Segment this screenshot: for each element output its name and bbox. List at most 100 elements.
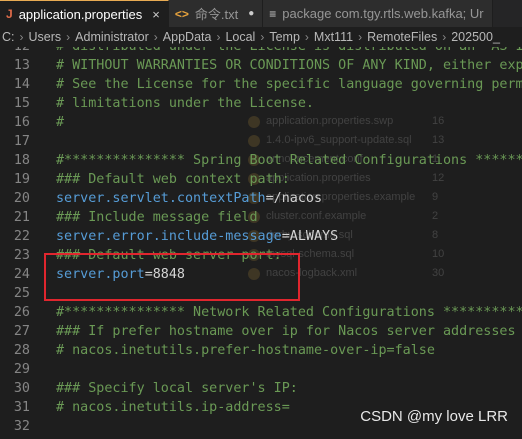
breadcrumb-item[interactable]: Users: [27, 30, 64, 44]
property-key: server.error.include-message: [56, 229, 282, 244]
code-line: 22 server.error.include-message=ALWAYS: [0, 227, 522, 246]
line-content: # WITHOUT WARRANTIES OR CONDITIONS OF AN…: [56, 56, 522, 75]
chevron-right-icon: ›: [216, 30, 221, 44]
chevron-right-icon: ›: [358, 30, 363, 44]
watermark: CSDN @my love LRR: [360, 408, 508, 425]
line-content: ### If prefer hostname over ip for Nacos…: [56, 322, 522, 341]
line-number: 19: [13, 172, 30, 187]
line-number: 29: [13, 362, 30, 377]
code-line: 28 # nacos.inetutils.prefer-hostname-over…: [0, 341, 522, 360]
line-content: ### Default web context path:: [56, 170, 290, 189]
line-content: # See the License for the specific langu…: [56, 75, 522, 94]
line-number: 31: [13, 400, 30, 415]
breadcrumb-item[interactable]: Local: [223, 30, 257, 44]
line-content: # limitations under the License.: [56, 94, 314, 113]
comment-text: #*************** Network Related Configu…: [56, 305, 522, 320]
chevron-right-icon: ›: [304, 30, 309, 44]
line-number: 21: [13, 210, 30, 225]
line-number: 24: [13, 267, 30, 282]
tab-label: package com.tgy.rtls.web.kafka; Ur: [282, 6, 484, 21]
breadcrumb-item[interactable]: Mxt111: [312, 30, 355, 44]
chevron-right-icon: ›: [66, 30, 71, 44]
comment-text: #*************** Spring Boot Related Con…: [56, 153, 522, 168]
code-line: 18 #*************** Spring Boot Related C…: [0, 151, 522, 170]
comment-text: ### Specify local server's IP:: [56, 381, 298, 396]
code-line: 30 ### Specify local server's IP:: [0, 379, 522, 398]
tab-2[interactable]: ≡ package com.tgy.rtls.web.kafka; Ur: [263, 0, 493, 27]
line-number: 28: [13, 343, 30, 358]
tab-label: 命令.txt: [194, 7, 239, 22]
line-number: 17: [13, 134, 30, 149]
comment-text: # nacos.inetutils.ip-address=: [56, 400, 290, 415]
property-value: /nacos: [273, 191, 323, 206]
file-type-icon: J: [6, 7, 13, 21]
line-number: 27: [13, 324, 30, 339]
line-number: 22: [13, 229, 30, 244]
breadcrumb-item[interactable]: Temp: [267, 30, 302, 44]
comment-text: ### If prefer hostname over ip for Nacos…: [56, 324, 516, 339]
breadcrumb-item[interactable]: AppData: [161, 30, 214, 44]
breadcrumb-item[interactable]: Administrator: [73, 30, 151, 44]
tab-1[interactable]: <> 命令.txt ●: [168, 0, 264, 27]
tab-0[interactable]: Japplication.properties ×: [0, 0, 169, 27]
breadcrumb: C: › Users › Administrator › AppData › Local › Tem…: [0, 27, 522, 47]
code-line: 26 #*************** Network Related Confi…: [0, 303, 522, 322]
line-number: 20: [13, 191, 30, 206]
code-line: 29: [0, 360, 522, 379]
line-number: 23: [13, 248, 30, 263]
line-number: 14: [13, 77, 30, 92]
line-content: # distributed under the License is distr…: [56, 47, 522, 56]
chevron-right-icon: ›: [19, 30, 24, 44]
line-number: 18: [13, 153, 30, 168]
code-editor[interactable]: application.properties.swp 16 1.4.0-ipv6_s…: [0, 47, 522, 439]
line-number: 16: [13, 115, 30, 130]
equals-sign: =: [281, 229, 290, 244]
line-number: 15: [13, 96, 30, 111]
chevron-right-icon: ›: [260, 30, 265, 44]
comment-text: # WITHOUT WARRANTIES OR CONDITIONS OF AN…: [56, 58, 522, 73]
line-content: ### Include message field: [56, 208, 258, 227]
line-number: 12: [0, 47, 30, 56]
line-number: 13: [13, 58, 30, 73]
comment-text: # See the License for the specific langu…: [56, 77, 522, 92]
comment-text: ### Include message field: [56, 210, 258, 225]
code-line: 21 ### Include message field: [0, 208, 522, 227]
line-content: #*************** Spring Boot Related Con…: [56, 151, 522, 170]
line-content: server.error.include-message=ALWAYS: [56, 227, 338, 246]
comment-text: #: [56, 115, 65, 130]
line-content: server.servlet.contextPath=/nacos: [56, 189, 322, 208]
code-line: 16 #: [0, 113, 522, 132]
comment-text: ### Default web context path:: [56, 172, 290, 187]
highlight-box: [44, 253, 300, 301]
breadcrumb-item[interactable]: RemoteFiles: [365, 30, 439, 44]
comment-text: # nacos.inetutils.prefer-hostname-over-i…: [56, 343, 435, 358]
comment-text: # distributed under the License is distr…: [56, 47, 522, 54]
property-value: ALWAYS: [289, 229, 339, 244]
line-number: 26: [13, 305, 30, 320]
code-line: 15 # limitations under the License.: [0, 94, 522, 113]
property-key: server.servlet.contextPath: [56, 191, 266, 206]
line-content: # nacos.inetutils.ip-address=: [56, 398, 290, 417]
line-content: ### Specify local server's IP:: [56, 379, 298, 398]
comment-text: # limitations under the License.: [56, 96, 314, 111]
code-line: 19 ### Default web context path:: [0, 170, 522, 189]
breadcrumb-item[interactable]: 202500_: [449, 30, 502, 44]
line-number: 32: [13, 419, 30, 434]
line-content: #*************** Network Related Configu…: [56, 303, 522, 322]
tab-label: application.properties: [18, 6, 143, 22]
code-line: 14 # See the License for the specific lan…: [0, 75, 522, 94]
chevron-right-icon: ›: [442, 30, 447, 44]
line-number: 30: [13, 381, 30, 396]
close-icon[interactable]: ×: [152, 7, 160, 22]
breadcrumb-item[interactable]: C:: [0, 30, 17, 44]
equals-sign: =: [265, 191, 274, 206]
code-line: 27 ### If prefer hostname over ip for Nac…: [0, 322, 522, 341]
unsaved-dot-icon[interactable]: ●: [248, 8, 254, 19]
file-type-icon: <>: [174, 6, 189, 21]
file-type-icon: ≡: [269, 6, 277, 21]
line-number: 25: [13, 286, 30, 301]
code-line: 12 # distributed under the License is dis…: [0, 47, 522, 56]
code-line: 13 # WITHOUT WARRANTIES OR CONDITIONS OF …: [0, 56, 522, 75]
code-line: 17: [0, 132, 522, 151]
line-content: #: [56, 113, 64, 132]
